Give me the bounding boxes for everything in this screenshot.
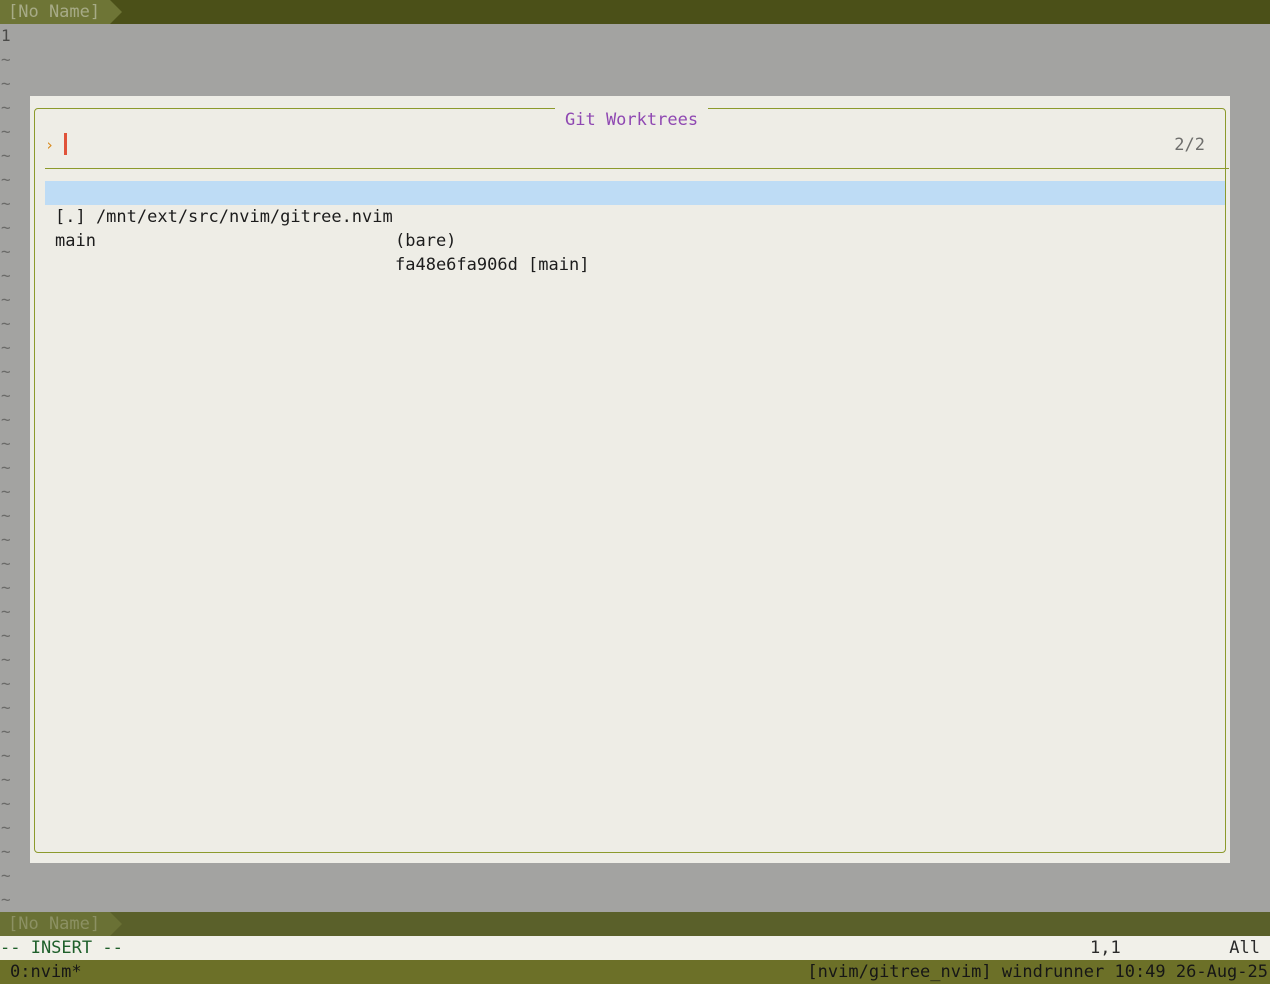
empty-line-tilde: ~ — [1, 698, 11, 717]
tabline: [No Name] — [0, 0, 1270, 24]
worktree-item-bare[interactable]: [.] /mnt/ext/src/nvim/gitree.nvim (bare) — [45, 181, 1225, 251]
tmux-window-tab[interactable]: 0:nvim* — [10, 960, 82, 984]
empty-line-tilde: ~ — [1, 650, 11, 669]
empty-line-tilde: ~ — [1, 122, 11, 141]
prompt-chevron-icon: › — [45, 136, 55, 154]
empty-line-tilde: ~ — [1, 410, 11, 429]
empty-line-tilde: ~ — [1, 554, 11, 573]
empty-line-tilde: ~ — [1, 818, 11, 837]
git-worktrees-picker: Git Worktrees › 2/2 [.] /mnt/ext/src/nvi… — [30, 96, 1230, 863]
mode-indicator: -- INSERT -- — [0, 938, 123, 958]
empty-line-tilde: ~ — [1, 530, 11, 549]
empty-line-tilde: ~ — [1, 266, 11, 285]
empty-line-tilde: ~ — [1, 434, 11, 453]
empty-line-tilde: ~ — [1, 170, 11, 189]
empty-line-tilde: ~ — [1, 314, 11, 333]
empty-line-tilde: ~ — [1, 386, 11, 405]
empty-line-tilde: ~ — [1, 242, 11, 261]
search-input-cursor[interactable] — [64, 133, 67, 155]
picker-border: Git Worktrees › 2/2 [.] /mnt/ext/src/nvi… — [34, 108, 1229, 853]
empty-line-tilde: ~ — [1, 890, 11, 909]
empty-line-tilde: ~ — [1, 74, 11, 93]
empty-line-tilde: ~ — [1, 290, 11, 309]
empty-line-tilde: ~ — [1, 506, 11, 525]
empty-line-tilde: ~ — [1, 746, 11, 765]
empty-line-tilde: ~ — [1, 578, 11, 597]
empty-line-tilde: ~ — [1, 866, 11, 885]
empty-line-tilde: ~ — [1, 98, 11, 117]
tmux-status-right: [nvim/gitree_nvim] windrunner 10:49 26-A… — [807, 962, 1268, 982]
worktree-detail: (bare) — [395, 231, 457, 251]
empty-line-tilde: ~ — [1, 50, 11, 69]
line-number: 1 — [1, 26, 11, 45]
empty-line-tilde: ~ — [1, 362, 11, 381]
command-line[interactable]: -- INSERT -- 1,1 All — [0, 936, 1270, 960]
cursor-position: 1,1 — [1090, 938, 1121, 958]
scroll-indicator: All — [1229, 938, 1260, 958]
empty-line-tilde: ~ — [1, 626, 11, 645]
empty-line-tilde: ~ — [1, 842, 11, 861]
empty-line-tilde: ~ — [1, 794, 11, 813]
tmux-status-bar: 0:nvim* [nvim/gitree_nvim] windrunner 10… — [0, 960, 1270, 984]
tab-no-name[interactable]: [No Name] — [0, 0, 111, 24]
empty-line-tilde: ~ — [1, 482, 11, 501]
worktree-detail: fa48e6fa906d [main] — [395, 255, 590, 275]
empty-line-tilde: ~ — [1, 194, 11, 213]
empty-line-tilde: ~ — [1, 770, 11, 789]
empty-line-tilde: ~ — [1, 146, 11, 165]
picker-title: Git Worktrees — [555, 108, 709, 132]
statusline: [No Name] — [0, 912, 1270, 936]
empty-line-tilde: ~ — [1, 722, 11, 741]
worktree-item-main[interactable]: main fa48e6fa906d [main] — [45, 205, 1225, 275]
worktree-path: main — [55, 231, 96, 251]
picker-divider — [45, 168, 1229, 169]
statusline-separator-arrow-icon — [110, 912, 122, 936]
statusline-file-name: [No Name] — [0, 912, 111, 936]
match-counter: 2/2 — [1174, 135, 1205, 155]
empty-line-tilde: ~ — [1, 338, 11, 357]
worktree-list: [.] /mnt/ext/src/nvim/gitree.nvim (bare)… — [45, 181, 1225, 275]
empty-line-tilde: ~ — [1, 674, 11, 693]
empty-line-tilde: ~ — [1, 458, 11, 477]
tab-separator-arrow-icon — [110, 0, 122, 24]
empty-line-tilde: ~ — [1, 602, 11, 621]
empty-line-tilde: ~ — [1, 218, 11, 237]
